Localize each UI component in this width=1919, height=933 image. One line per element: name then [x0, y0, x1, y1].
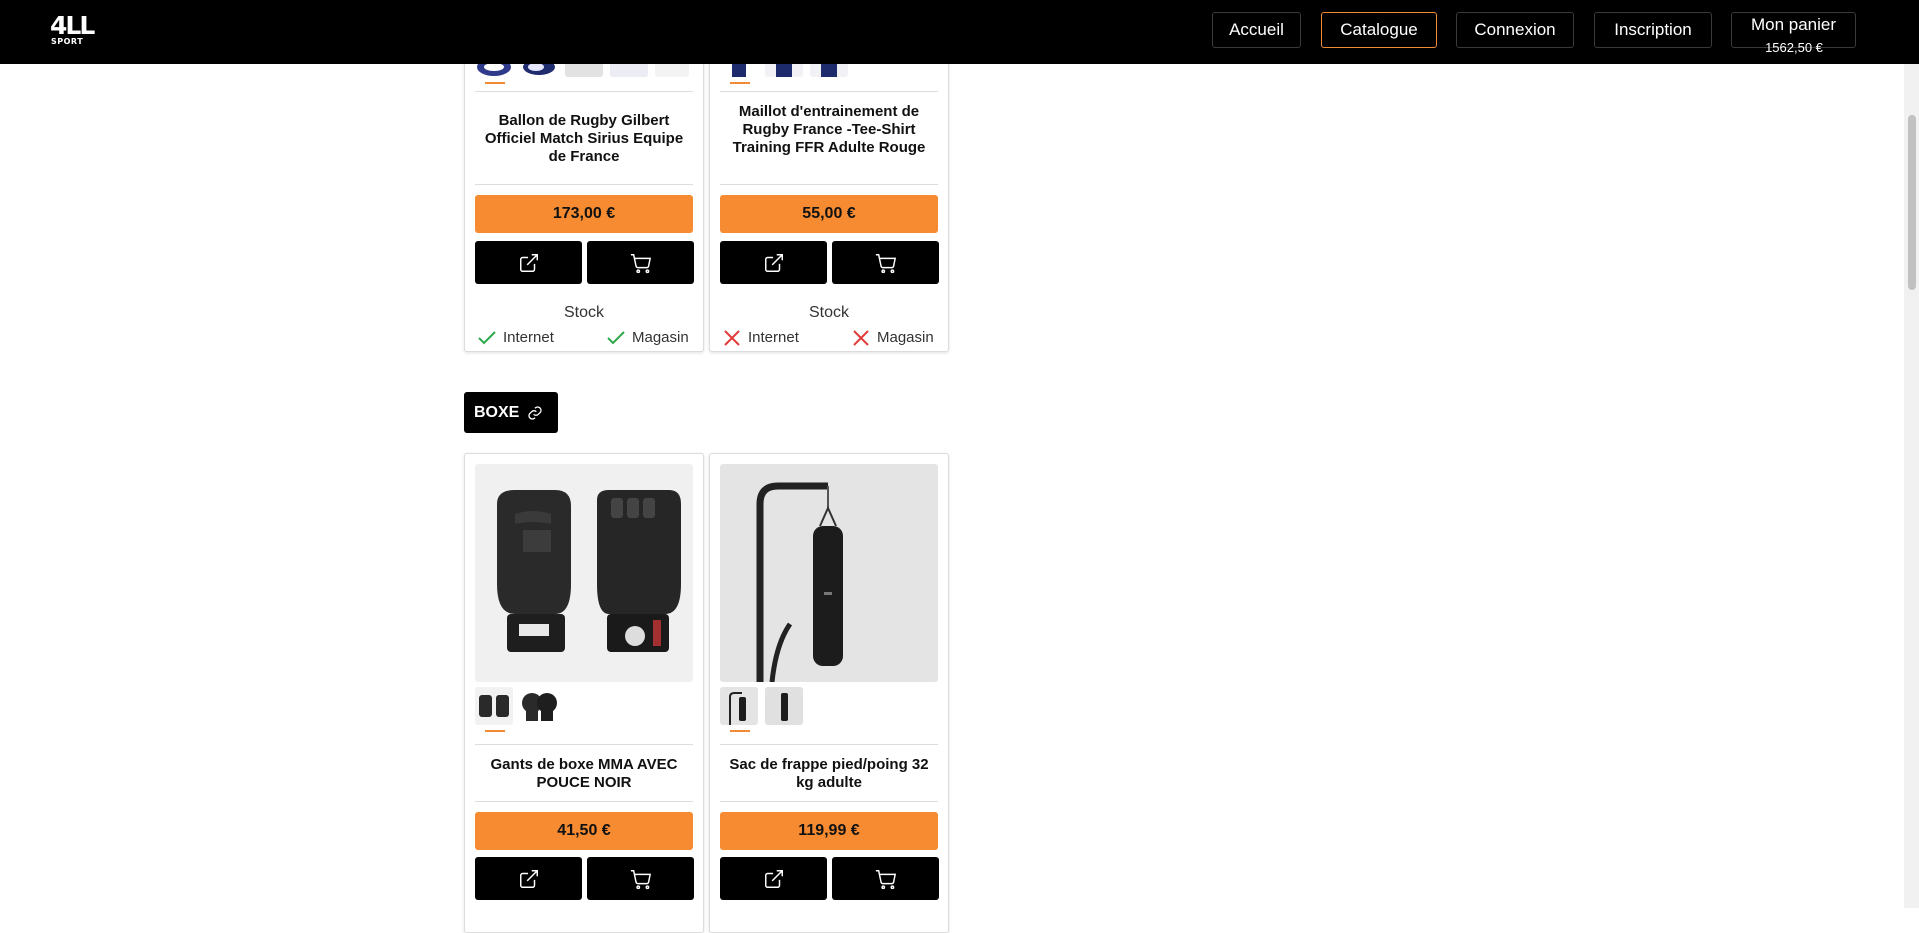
add-to-cart-button[interactable]	[587, 241, 694, 284]
external-link-icon	[519, 869, 538, 888]
product-price[interactable]: 173,00 €	[475, 195, 693, 233]
external-link-icon	[764, 253, 783, 272]
add-to-cart-button[interactable]	[832, 241, 939, 284]
nav-inscription-button[interactable]: Inscription	[1594, 12, 1712, 48]
product-price[interactable]: 41,50 €	[475, 812, 693, 850]
page-scrollbar[interactable]	[1904, 0, 1919, 908]
top-navbar: 4LL SPORT Accueil Catalogue Connexion In…	[0, 0, 1919, 64]
availability-store-label: Magasin	[632, 329, 689, 346]
add-to-cart-button[interactable]	[832, 857, 939, 900]
product-card-rugby-shirt: Maillot d'entrainement de Rugby France -…	[709, 20, 949, 352]
thumbnail-active-indicator	[730, 730, 750, 732]
thumbnail-2[interactable]	[765, 687, 803, 725]
cart-icon	[630, 253, 651, 273]
divider	[475, 744, 693, 745]
nav-catalogue-button[interactable]: Catalogue	[1321, 12, 1437, 48]
product-image[interactable]	[475, 464, 693, 682]
open-product-button[interactable]	[475, 857, 582, 900]
stock-label: Stock	[563, 304, 604, 321]
product-card-rugby-ball: Ballon de Rugby Gilbert Officiel Match S…	[464, 20, 704, 352]
product-title[interactable]: Ballon de Rugby Gilbert Officiel Match S…	[475, 112, 693, 166]
thumbnail-2[interactable]	[520, 687, 558, 725]
cart-icon	[875, 869, 896, 889]
nav-accueil-button[interactable]: Accueil	[1212, 12, 1301, 48]
check-icon	[607, 331, 625, 345]
nav-cart-label: Mon panier	[1750, 15, 1837, 34]
check-icon	[478, 331, 496, 345]
product-card-mma-gloves: Gants de boxe MMA AVEC POUCE NOIR 41,50 …	[464, 453, 704, 933]
open-product-button[interactable]	[720, 857, 827, 900]
divider	[720, 801, 938, 802]
product-title[interactable]: Gants de boxe MMA AVEC POUCE NOIR	[475, 756, 693, 792]
availability-internet-label: Internet	[503, 329, 554, 346]
divider	[475, 91, 693, 92]
thumbnail-active-indicator	[730, 82, 750, 84]
product-card-punching-bag: Sac de frappe pied/poing 32 kg adulte 11…	[709, 453, 949, 933]
divider	[720, 184, 938, 185]
product-image[interactable]	[720, 464, 938, 682]
section-title: BOXE	[474, 404, 520, 421]
open-product-button[interactable]	[475, 241, 582, 284]
scrollbar-thumb[interactable]	[1908, 115, 1916, 290]
logo-mark: 4LL	[50, 11, 95, 40]
cart-icon	[630, 869, 651, 889]
availability-internet-label: Internet	[748, 329, 799, 346]
thumbnail-active-indicator	[485, 730, 505, 732]
stock-label: Stock	[808, 304, 849, 321]
divider	[475, 801, 693, 802]
divider	[720, 744, 938, 745]
cart-icon	[875, 253, 896, 273]
thumbnail-1[interactable]	[475, 687, 513, 725]
cart-total: 1562,50 €	[1765, 40, 1823, 55]
product-price[interactable]: 55,00 €	[720, 195, 938, 233]
open-product-button[interactable]	[720, 241, 827, 284]
product-title[interactable]: Maillot d'entrainement de Rugby France -…	[720, 103, 938, 157]
product-title[interactable]: Sac de frappe pied/poing 32 kg adulte	[720, 756, 938, 792]
cross-icon	[724, 330, 740, 346]
external-link-icon	[764, 869, 783, 888]
product-price[interactable]: 119,99 €	[720, 812, 938, 850]
section-boxe-link[interactable]: BOXE	[464, 392, 558, 433]
thumbnail-1[interactable]	[720, 687, 758, 725]
divider	[475, 184, 693, 185]
add-to-cart-button[interactable]	[587, 857, 694, 900]
external-link-icon	[519, 253, 538, 272]
nav-connexion-button[interactable]: Connexion	[1456, 12, 1574, 48]
link-icon	[528, 406, 542, 420]
availability-store-label: Magasin	[877, 329, 934, 346]
divider	[720, 91, 938, 92]
logo-subtitle: SPORT	[51, 37, 84, 46]
cross-icon	[853, 330, 869, 346]
site-logo[interactable]: 4LL SPORT	[50, 12, 95, 48]
thumbnail-active-indicator	[485, 82, 505, 84]
